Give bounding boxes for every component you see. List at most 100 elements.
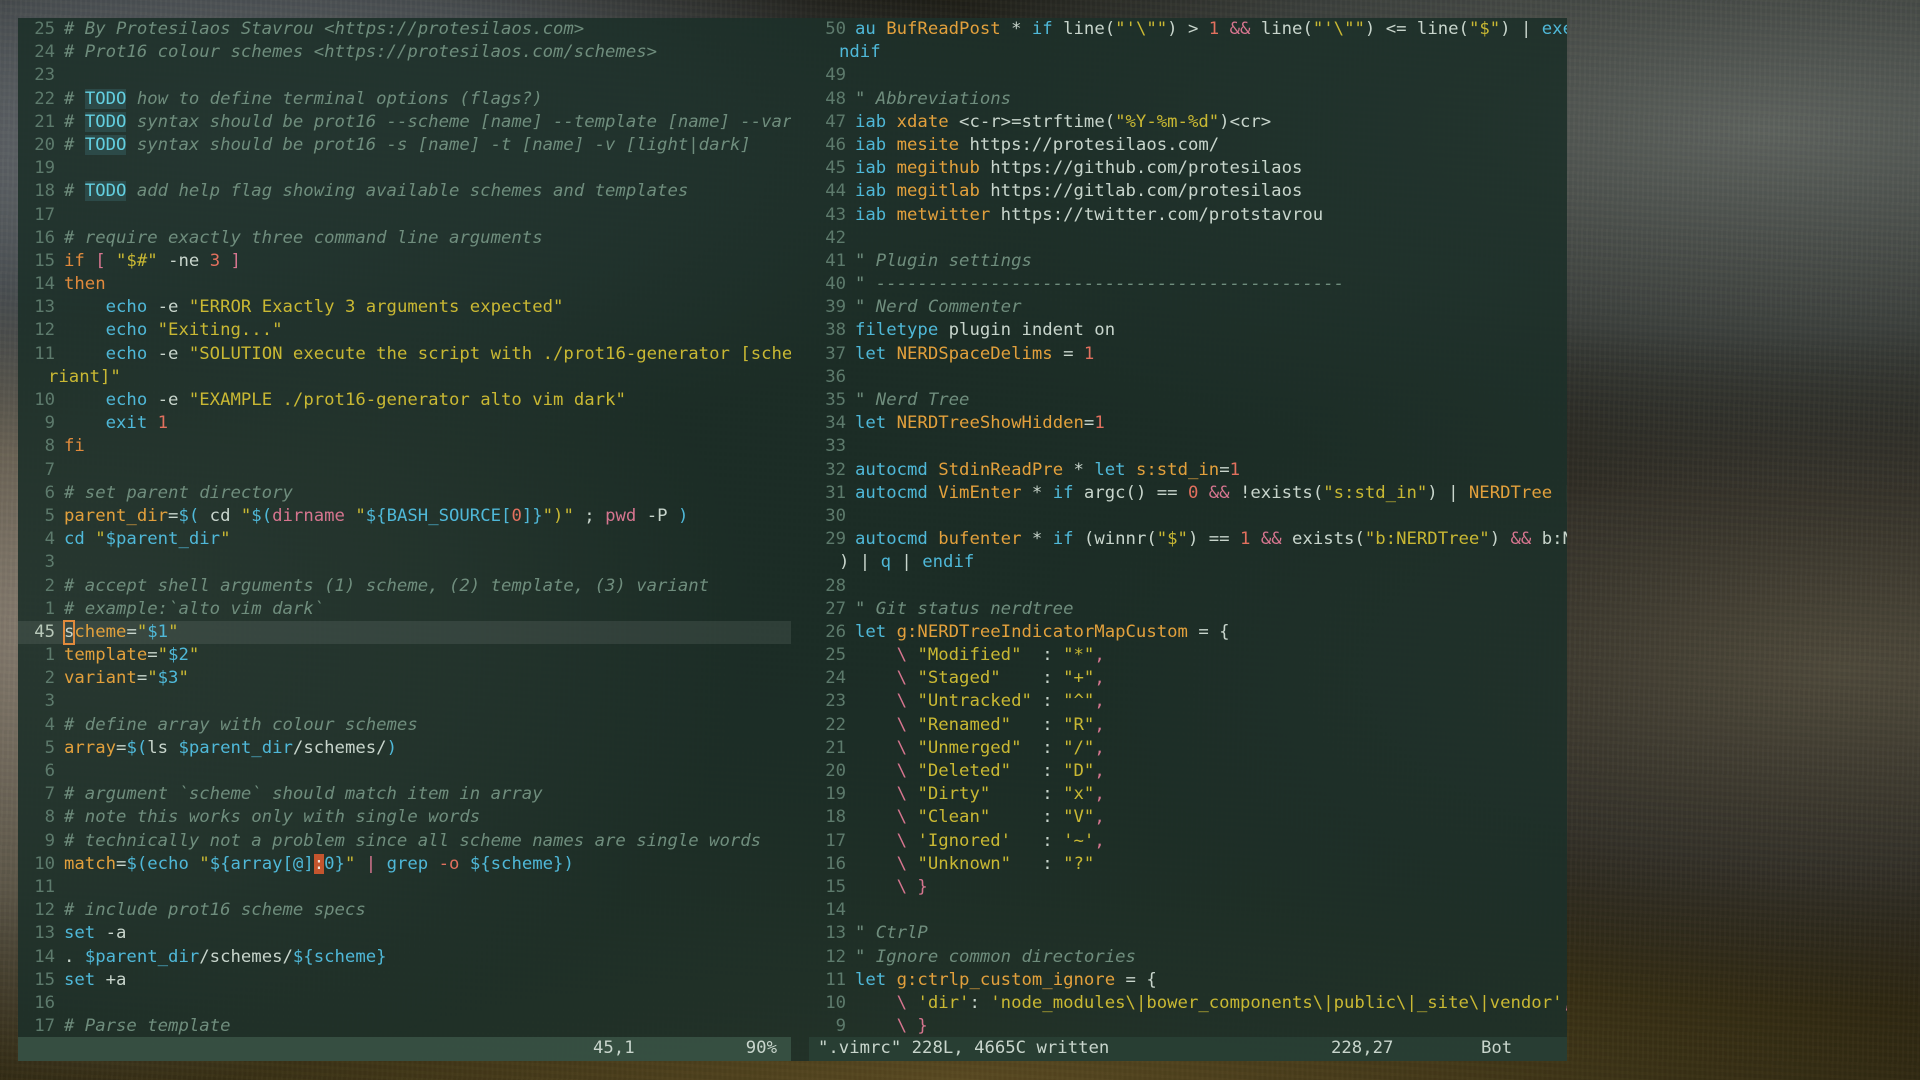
code-line[interactable]: 9 # technically not a problem since all s… <box>18 830 791 853</box>
code-line[interactable]: 29 autocmd bufenter * if (winnr("$") == 1… <box>809 528 1567 551</box>
code-line-wrapped[interactable]: riant]" <box>18 366 791 389</box>
code-line[interactable]: 46 iab mesite https://protesilaos.com/ <box>809 134 1567 157</box>
code-line[interactable]: 1 # example:`alto vim dark` <box>18 598 791 621</box>
code-line[interactable]: 30 <box>809 505 1567 528</box>
line-content[interactable]: echo -e "ERROR Exactly 3 arguments expec… <box>64 296 791 319</box>
code-line[interactable]: 21 # TODO syntax should be prot16 --schem… <box>18 111 791 134</box>
line-content[interactable]: autocmd StdinReadPre * let s:std_in=1 <box>855 459 1567 482</box>
line-content[interactable]: # TODO syntax should be prot16 --scheme … <box>64 111 791 134</box>
line-content[interactable]: set +a <box>64 969 791 992</box>
code-line[interactable]: 33 <box>809 435 1567 458</box>
code-line[interactable]: 11 let g:ctrlp_custom_ignore = { <box>809 969 1567 992</box>
code-line[interactable]: 4 # define array with colour schemes <box>18 714 791 737</box>
line-content[interactable]: iab megitlab https://gitlab.com/protesil… <box>855 180 1567 203</box>
line-content[interactable]: let NERDTreeShowHidden=1 <box>855 412 1567 435</box>
code-line[interactable]: 5 array=$(ls $parent_dir/schemes/) <box>18 737 791 760</box>
code-line[interactable]: 44 iab megitlab https://gitlab.com/protes… <box>809 180 1567 203</box>
line-content[interactable]: \ "Staged" : "+", <box>855 667 1567 690</box>
code-line[interactable]: 18 \ "Clean" : "V", <box>809 806 1567 829</box>
line-content[interactable]: " Abbreviations <box>855 88 1567 111</box>
line-content[interactable]: # Prot16 colour schemes <https://protesi… <box>64 41 791 64</box>
code-line[interactable]: 15 \ } <box>809 876 1567 899</box>
code-line[interactable]: 31 autocmd VimEnter * if argc() == 0 && !… <box>809 482 1567 505</box>
line-content[interactable]: # require exactly three command line arg… <box>64 227 791 250</box>
code-line[interactable]: 23 \ "Untracked" : "^", <box>809 690 1567 713</box>
code-line[interactable]: 25 # By Protesilaos Stavrou <https://prot… <box>18 18 791 41</box>
line-content[interactable]: iab xdate <c-r>=strftime("%Y-%m-%d")<cr> <box>855 111 1567 134</box>
code-line[interactable]: 41 " Plugin settings <box>809 250 1567 273</box>
code-line[interactable]: 43 iab metwitter https://twitter.com/prot… <box>809 204 1567 227</box>
code-line[interactable]: 36 <box>809 366 1567 389</box>
line-content-continuation[interactable]: riant]" <box>18 366 791 389</box>
code-line[interactable]: 27 " Git status nerdtree <box>809 598 1567 621</box>
code-line-wrapped[interactable]: ndif <box>809 41 1567 64</box>
code-line[interactable]: 45 iab megithub https://github.com/protes… <box>809 157 1567 180</box>
code-line[interactable]: 7 <box>18 459 791 482</box>
code-line-wrapped[interactable]: ) | q | endif <box>809 551 1567 574</box>
code-line[interactable]: 17 \ 'Ignored' : '~', <box>809 830 1567 853</box>
line-content[interactable]: # TODO add help flag showing available s… <box>64 180 791 203</box>
line-content[interactable]: " CtrlP <box>855 922 1567 945</box>
line-content[interactable]: fi <box>64 435 791 458</box>
code-line[interactable]: 8 # note this works only with single word… <box>18 806 791 829</box>
code-line[interactable]: 11 <box>18 876 791 899</box>
line-content[interactable]: " Nerd Commenter <box>855 296 1567 319</box>
editor-pane-left[interactable]: 25 # By Protesilaos Stavrou <https://prot… <box>18 18 791 1037</box>
line-content[interactable]: let g:ctrlp_custom_ignore = { <box>855 969 1567 992</box>
code-line[interactable]: 37 let NERDSpaceDelims = 1 <box>809 343 1567 366</box>
code-line[interactable]: 12 # include prot16 scheme specs <box>18 899 791 922</box>
line-content[interactable]: if [ "$#" -ne 3 ] <box>64 250 791 273</box>
line-content[interactable]: # include prot16 scheme specs <box>64 899 791 922</box>
line-content[interactable]: # TODO syntax should be prot16 -s [name]… <box>64 134 791 157</box>
code-line[interactable]: 22 \ "Renamed" : "R", <box>809 714 1567 737</box>
code-line[interactable]: 47 iab xdate <c-r>=strftime("%Y-%m-%d")<c… <box>809 111 1567 134</box>
code-line[interactable]: 21 \ "Unmerged" : "/", <box>809 737 1567 760</box>
code-line[interactable]: 40 " ------------------------------------… <box>809 273 1567 296</box>
code-line[interactable]: 12 echo "Exiting..." <box>18 319 791 342</box>
code-line[interactable]: 24 \ "Staged" : "+", <box>809 667 1567 690</box>
code-line[interactable]: 10 echo -e "EXAMPLE ./prot16-generator a… <box>18 389 791 412</box>
line-content[interactable]: exit 1 <box>64 412 791 435</box>
code-line[interactable]: 6 <box>18 760 791 783</box>
code-line[interactable]: 6 # set parent directory <box>18 482 791 505</box>
code-line[interactable]: 48 " Abbreviations <box>809 88 1567 111</box>
code-line[interactable]: 17 # Parse template <box>18 1015 791 1037</box>
code-line[interactable]: 13 " CtrlP <box>809 922 1567 945</box>
code-line[interactable]: 16 # require exactly three command line a… <box>18 227 791 250</box>
line-content[interactable]: iab megithub https://github.com/protesil… <box>855 157 1567 180</box>
code-line[interactable]: 23 <box>18 64 791 87</box>
editor-pane-right[interactable]: 50 au BufReadPost * if line("'\"") > 1 &&… <box>809 18 1567 1037</box>
code-line[interactable]: 34 let NERDTreeShowHidden=1 <box>809 412 1567 435</box>
code-line[interactable]: 3 <box>18 551 791 574</box>
code-line[interactable]: 10 match=$(echo "${array[@]:0}" | grep -o… <box>18 853 791 876</box>
buffer-left[interactable]: 25 # By Protesilaos Stavrou <https://prot… <box>18 18 791 1037</box>
line-content[interactable]: let g:NERDTreeIndicatorMapCustom = { <box>855 621 1567 644</box>
line-content-continuation[interactable]: ) | q | endif <box>809 551 1567 574</box>
code-line[interactable]: 50 au BufReadPost * if line("'\"") > 1 &&… <box>809 18 1567 41</box>
code-line[interactable]: 28 <box>809 575 1567 598</box>
code-line[interactable]: 2 # accept shell arguments (1) scheme, (2… <box>18 575 791 598</box>
line-content[interactable]: \ 'Ignored' : '~', <box>855 830 1567 853</box>
code-line[interactable]: 19 <box>18 157 791 180</box>
line-content[interactable]: # note this works only with single words <box>64 806 791 829</box>
line-content[interactable]: match=$(echo "${array[@]:0}" | grep -o $… <box>64 853 791 876</box>
code-line[interactable]: 42 <box>809 227 1567 250</box>
line-content[interactable]: \ 'dir': 'node_modules\|bower_components… <box>855 992 1567 1015</box>
code-line[interactable]: 12 " Ignore common directories <box>809 946 1567 969</box>
line-content[interactable]: autocmd VimEnter * if argc() == 0 && !ex… <box>855 482 1567 505</box>
code-line[interactable]: 15 set +a <box>18 969 791 992</box>
line-content[interactable]: then <box>64 273 791 296</box>
line-content[interactable]: # By Protesilaos Stavrou <https://protes… <box>64 18 791 41</box>
line-content[interactable]: # example:`alto vim dark` <box>64 598 791 621</box>
line-content[interactable]: # Parse template <box>64 1015 791 1037</box>
line-content[interactable]: echo "Exiting..." <box>64 319 791 342</box>
line-content[interactable]: # argument `scheme` should match item in… <box>64 783 791 806</box>
code-line[interactable]: 17 <box>18 204 791 227</box>
code-line[interactable]: 7 # argument `scheme` should match item i… <box>18 783 791 806</box>
code-line[interactable]: 11 echo -e "SOLUTION execute the script … <box>18 343 791 366</box>
line-content[interactable]: \ } <box>855 876 1567 899</box>
line-content[interactable]: \ "Unmerged" : "/", <box>855 737 1567 760</box>
line-content[interactable]: au BufReadPost * if line("'\"") > 1 && l… <box>855 18 1567 41</box>
line-content[interactable]: scheme="$1" <box>62 619 791 646</box>
line-content[interactable]: # define array with colour schemes <box>64 714 791 737</box>
